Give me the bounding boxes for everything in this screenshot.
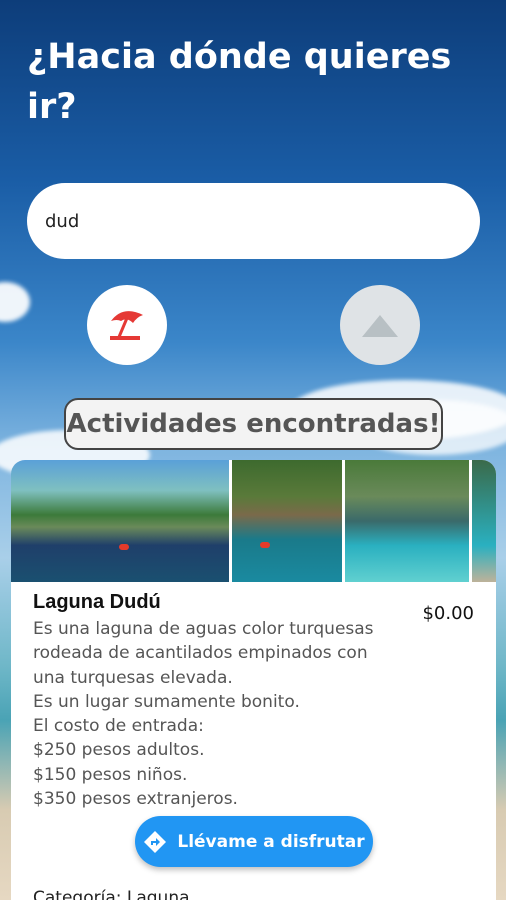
activity-category: Categoría: Laguna (33, 888, 190, 900)
beach-umbrella-icon (110, 311, 143, 340)
category-mountain-button[interactable] (340, 285, 420, 365)
directions-icon (144, 830, 167, 853)
category-beach-button[interactable] (87, 285, 167, 365)
mountain-icon (362, 315, 398, 337)
search-input[interactable]: dud (27, 183, 480, 259)
activity-photo[interactable] (232, 460, 342, 582)
take-me-button-label: Llévame a disfrutar (177, 831, 365, 852)
results-heading: Actividades encontradas! (64, 398, 443, 450)
kayak-figure (260, 542, 270, 548)
page-title: ¿Hacia dónde quieres ir? (27, 37, 452, 127)
photo-gallery[interactable] (11, 460, 496, 582)
activity-description: Es una laguna de aguas color turquesas r… (33, 619, 374, 810)
background-cloud (0, 282, 30, 322)
activity-photo[interactable] (11, 460, 229, 582)
kayak-figure (119, 544, 129, 550)
activity-photo[interactable] (472, 460, 496, 582)
activity-name: Laguna Dudú (33, 591, 161, 613)
activity-card[interactable]: Laguna Dudú $0.00 Es una laguna de aguas… (11, 460, 496, 900)
take-me-button[interactable]: Llévame a disfrutar (135, 816, 373, 867)
activity-photo[interactable] (345, 460, 469, 582)
activity-price: $0.00 (422, 603, 474, 624)
